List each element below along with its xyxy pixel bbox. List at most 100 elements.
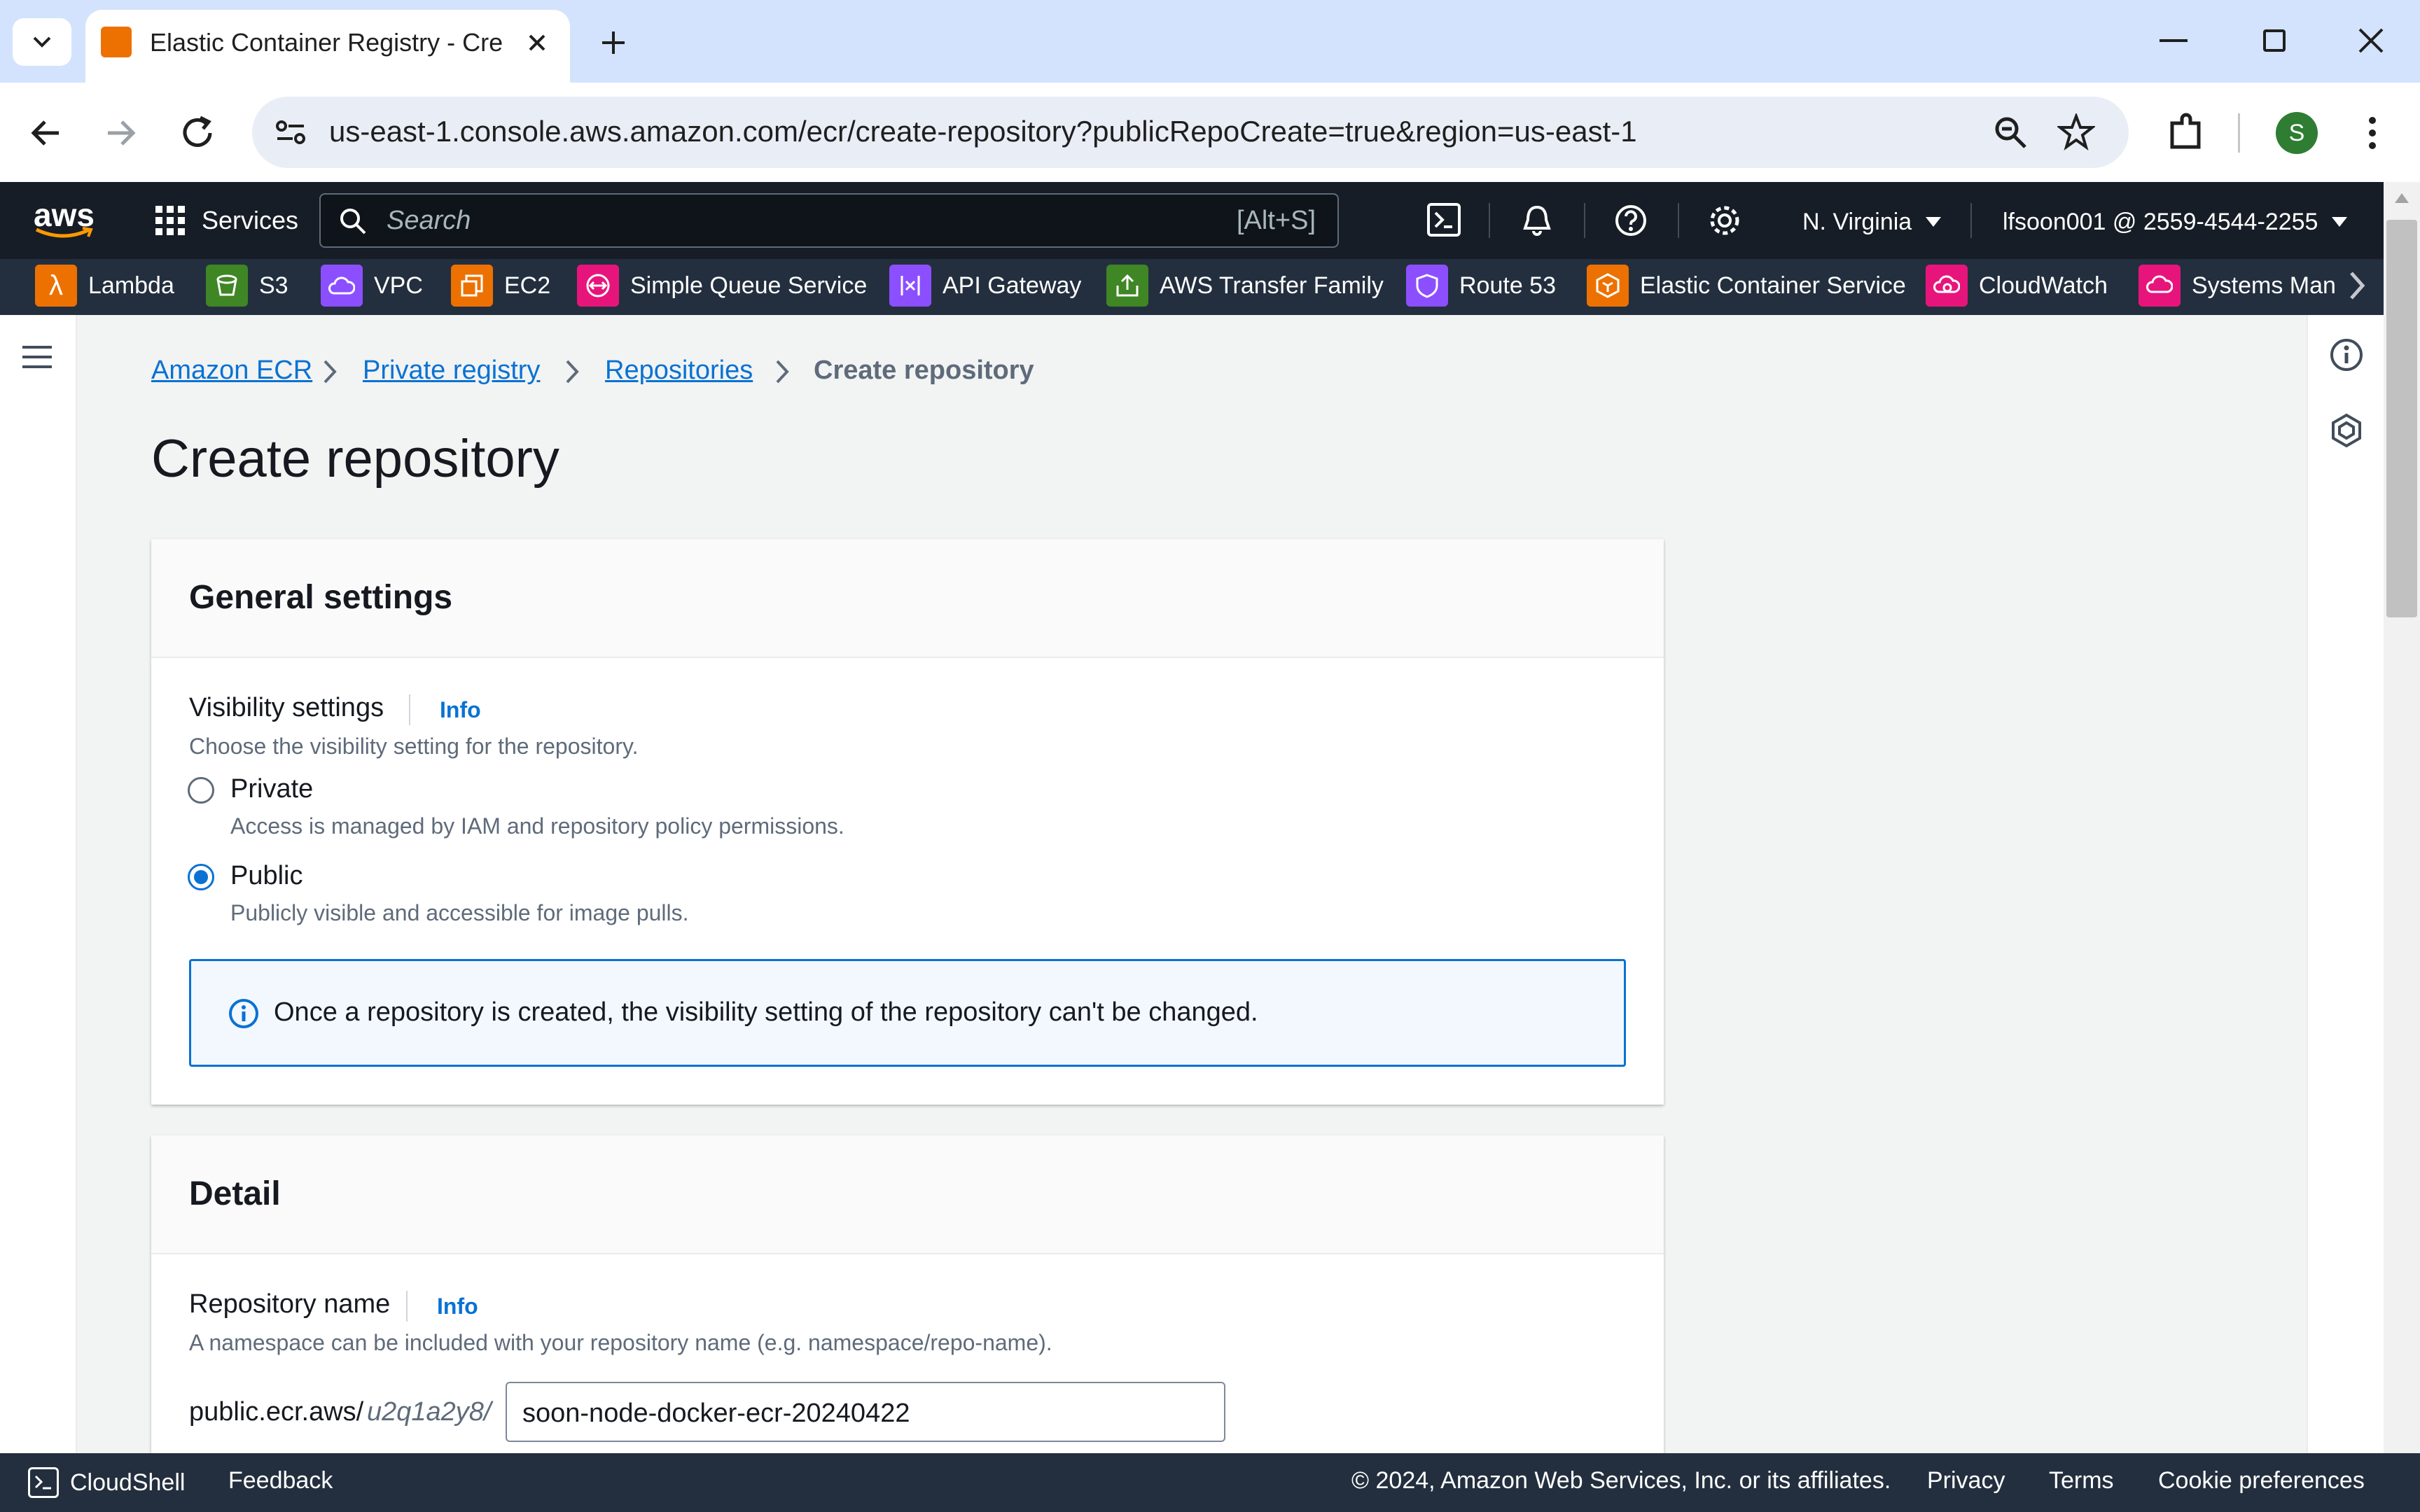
terms-link[interactable]: Terms [2049,1467,2114,1494]
breadcrumb-separator-icon [562,356,583,395]
favorite-label: Elastic Container Service [1640,272,1906,299]
hamburger-menu-icon[interactable] [21,343,53,371]
services-menu[interactable]: Services [154,200,298,241]
ec2-icon [451,265,493,307]
cloudwatch-icon [1926,265,1968,307]
profile-avatar[interactable]: S [2276,112,2318,154]
favorite-lambda[interactable]: λ Lambda [35,260,174,311]
visibility-info-link[interactable]: Info [440,697,481,723]
radio-public-button[interactable] [188,864,214,890]
help-icon[interactable] [1613,203,1648,238]
copyright-text: © 2024, Amazon Web Services, Inc. or its… [1351,1467,1891,1494]
visibility-settings-label: Visibility settings [189,693,384,722]
tab-search-button[interactable] [13,18,71,66]
favorite-label: Lambda [88,272,174,299]
notifications-icon[interactable] [1520,203,1555,238]
favorite-label: CloudWatch [1979,272,2108,299]
cloudshell-footer-button[interactable]: CloudShell [28,1466,185,1499]
radio-public-description: Publicly visible and accessible for imag… [230,900,689,925]
breadcrumb-current: Create repository [814,356,1034,385]
info-panel-icon[interactable] [2328,336,2365,374]
close-window-icon[interactable] [2357,27,2385,55]
detail-panel: Detail Repository name Info A namespace … [151,1135,1664,1464]
favorite-label: Route 53 [1459,272,1556,299]
cloudshell-icon[interactable] [1427,203,1461,237]
nav-divider [1678,203,1679,238]
repository-name-info-link[interactable]: Info [437,1294,478,1320]
extensions-icon[interactable] [2165,112,2207,154]
api-gateway-icon [889,265,931,307]
address-bar[interactable]: us-east-1.console.aws.amazon.com/ecr/cre… [252,97,2129,168]
favorite-sqs[interactable]: Simple Queue Service [577,260,867,311]
amazon-q-icon[interactable] [2328,412,2365,449]
sqs-icon [577,265,619,307]
scroll-thumb[interactable] [2386,220,2417,617]
favorite-transfer-family[interactable]: AWS Transfer Family [1106,260,1384,311]
site-settings-icon[interactable] [273,115,308,150]
tab-close-icon[interactable] [520,25,555,60]
feedback-link[interactable]: Feedback [228,1467,333,1494]
bookmark-star-icon[interactable] [2056,112,2096,151]
region-selector[interactable]: N. Virginia [1802,204,1942,239]
favorite-route53[interactable]: Route 53 [1406,260,1556,311]
alert-text: Once a repository is created, the visibi… [274,997,1258,1027]
favorite-systems-manager[interactable]: Systems Man [2139,260,2349,311]
favorite-ec2[interactable]: EC2 [451,260,550,311]
favorite-ecs[interactable]: Elastic Container Service [1587,260,1906,311]
radio-public-label: Public [230,861,303,890]
favorite-cloudwatch[interactable]: CloudWatch [1926,260,2108,311]
registry-alias: u2q1a2y8/ [367,1397,492,1427]
account-menu[interactable]: lfsoon001 @ 2559-4544-2255 [2003,204,2349,239]
breadcrumb-private-registry[interactable]: Private registry [363,356,540,386]
cookie-preferences-link[interactable]: Cookie preferences [2158,1467,2365,1494]
transfer-family-icon [1106,265,1148,307]
nav-divider [1489,203,1490,238]
url-text: us-east-1.console.aws.amazon.com/ecr/cre… [329,115,1637,148]
cloudshell-icon [28,1467,59,1498]
tools-rail [2307,315,2384,1453]
favorite-label: S3 [259,272,288,299]
services-label: Services [202,206,299,234]
restore-icon[interactable] [2263,29,2286,52]
registry-prefix: public.ecr.aws/ [189,1397,364,1427]
chevron-down-icon [33,36,51,48]
repository-name-input[interactable]: soon-node-docker-ecr-20240422 [506,1382,1225,1442]
aws-logo[interactable]: aws [34,196,97,242]
nav-divider [1970,203,1972,238]
favorite-vpc[interactable]: VPC [321,260,423,311]
page-title: Create repository [151,429,559,489]
favorite-s3[interactable]: S3 [206,260,288,311]
breadcrumb-repositories[interactable]: Repositories [605,356,753,386]
settings-gear-icon[interactable] [1707,203,1742,238]
minimize-icon[interactable] [2160,39,2188,42]
new-tab-icon[interactable] [592,24,634,62]
profile-initial: S [2288,119,2305,146]
browser-tab[interactable]: Elastic Container Registry - Cre [85,10,570,84]
aws-search-input[interactable]: Search [Alt+S] [319,193,1339,248]
general-settings-heading: General settings [189,579,453,616]
favorite-api-gateway[interactable]: API Gateway [889,260,1081,311]
scroll-up-arrow-icon[interactable] [2393,190,2410,204]
alert-info-icon [228,997,260,1030]
privacy-link[interactable]: Privacy [1927,1467,2005,1494]
favorite-label: AWS Transfer Family [1160,272,1384,299]
reload-icon[interactable] [178,113,217,153]
radio-private-button[interactable] [188,777,214,804]
browser-menu-icon[interactable] [2364,115,2381,151]
caret-down-icon [1926,217,1942,227]
forward-icon[interactable] [102,115,139,151]
visibility-description: Choose the visibility setting for the re… [189,734,639,759]
breadcrumb-amazon-ecr[interactable]: Amazon ECR [151,356,312,386]
label-divider [409,694,410,725]
search-shortcut: [Alt+S] [1237,206,1316,235]
favorites-scroll-right-icon[interactable] [2343,267,2371,304]
zoom-icon[interactable] [1991,113,2029,151]
tab-title: Elastic Container Registry - Cre [150,28,503,57]
aws-smile-icon [35,227,93,238]
region-label: N. Virginia [1802,208,1912,235]
favorite-label: Simple Queue Service [630,272,868,299]
favorite-label: EC2 [504,272,551,299]
radio-private-description: Access is managed by IAM and repository … [230,813,844,839]
back-icon[interactable] [28,115,64,151]
side-navigation-rail [0,315,77,1453]
